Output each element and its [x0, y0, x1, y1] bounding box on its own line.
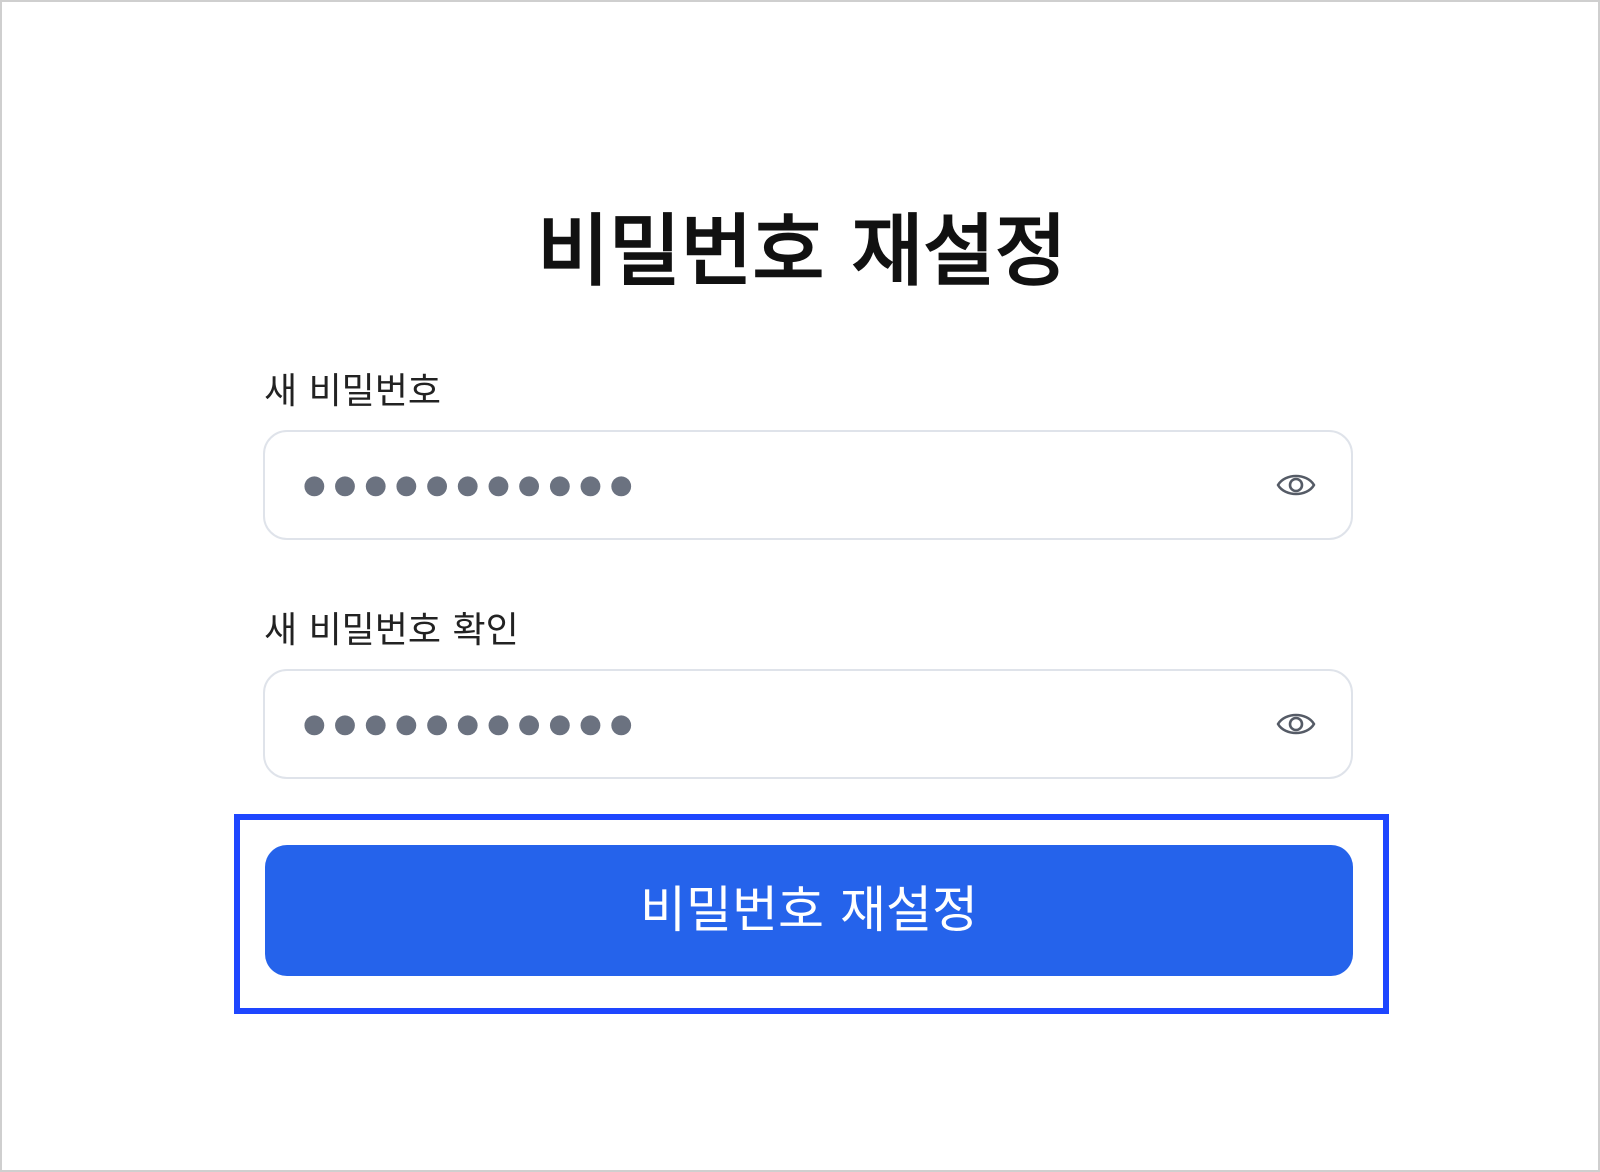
new-password-label: 새 비밀번호 [264, 371, 442, 412]
confirm-password-masked-value: ●●●●●●●●●●● [303, 709, 641, 739]
eye-icon[interactable] [1275, 466, 1317, 504]
confirm-password-label: 새 비밀번호 확인 [264, 610, 519, 651]
reset-password-button[interactable]: 비밀번호 재설정 [265, 845, 1353, 976]
confirm-password-field[interactable]: ●●●●●●●●●●● [263, 669, 1353, 779]
new-password-masked-value: ●●●●●●●●●●● [303, 470, 641, 500]
eye-icon[interactable] [1275, 705, 1317, 743]
new-password-field[interactable]: ●●●●●●●●●●● [263, 430, 1353, 540]
page-title: 비밀번호 재설정 [537, 207, 1067, 297]
page-frame: 비밀번호 재설정 새 비밀번호 ●●●●●●●●●●● 새 비밀번호 확인 ●●… [0, 0, 1600, 1172]
